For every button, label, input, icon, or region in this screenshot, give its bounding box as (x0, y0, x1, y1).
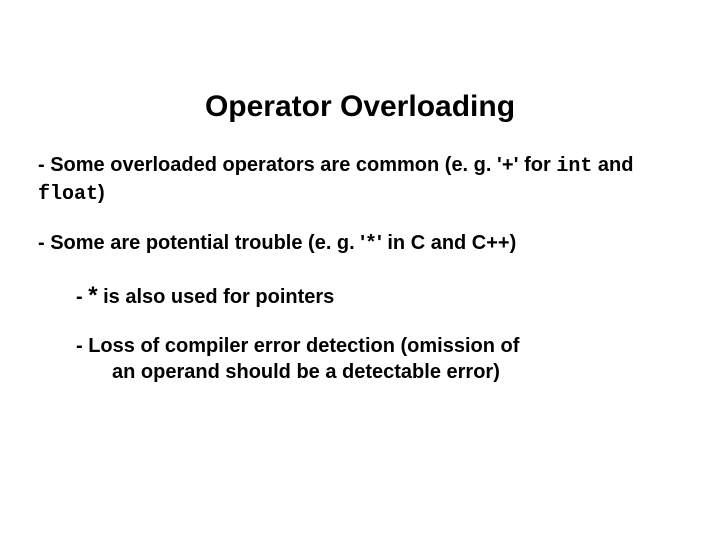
code-float: float (38, 183, 98, 206)
text: is also used for pointers (98, 286, 335, 308)
text: - Some overloaded operators are common (… (38, 154, 502, 176)
text-continuation: an operand should be a detectable error) (76, 359, 642, 385)
text: - Loss of compiler error detection (omis… (76, 335, 519, 357)
text: ) (98, 182, 105, 204)
text: ' in C and C++) (377, 232, 516, 254)
sub-bullet-list: - * is also used for pointers - Loss of … (38, 280, 672, 385)
bullet-potential-trouble: - Some are potential trouble (e. g. '*' … (38, 230, 672, 258)
sub-bullet-pointer-use: - * is also used for pointers (76, 280, 642, 311)
code-int: int (556, 155, 592, 178)
text: and (592, 154, 633, 176)
bullet-overloaded-common: - Some overloaded operators are common (… (38, 152, 672, 208)
slide-content: - Some overloaded operators are common (… (0, 152, 720, 385)
slide: Operator Overloading - Some overloaded o… (0, 0, 720, 540)
text: - (76, 286, 88, 308)
code-star: * (365, 233, 377, 256)
sub-bullet-error-detection: - Loss of compiler error detection (omis… (76, 333, 642, 385)
text: ' for (514, 154, 557, 176)
slide-title: Operator Overloading (0, 0, 720, 152)
code-plus: + (502, 155, 514, 178)
text: - Some are potential trouble (e. g. ' (38, 232, 365, 254)
star-symbol: * (88, 282, 97, 309)
